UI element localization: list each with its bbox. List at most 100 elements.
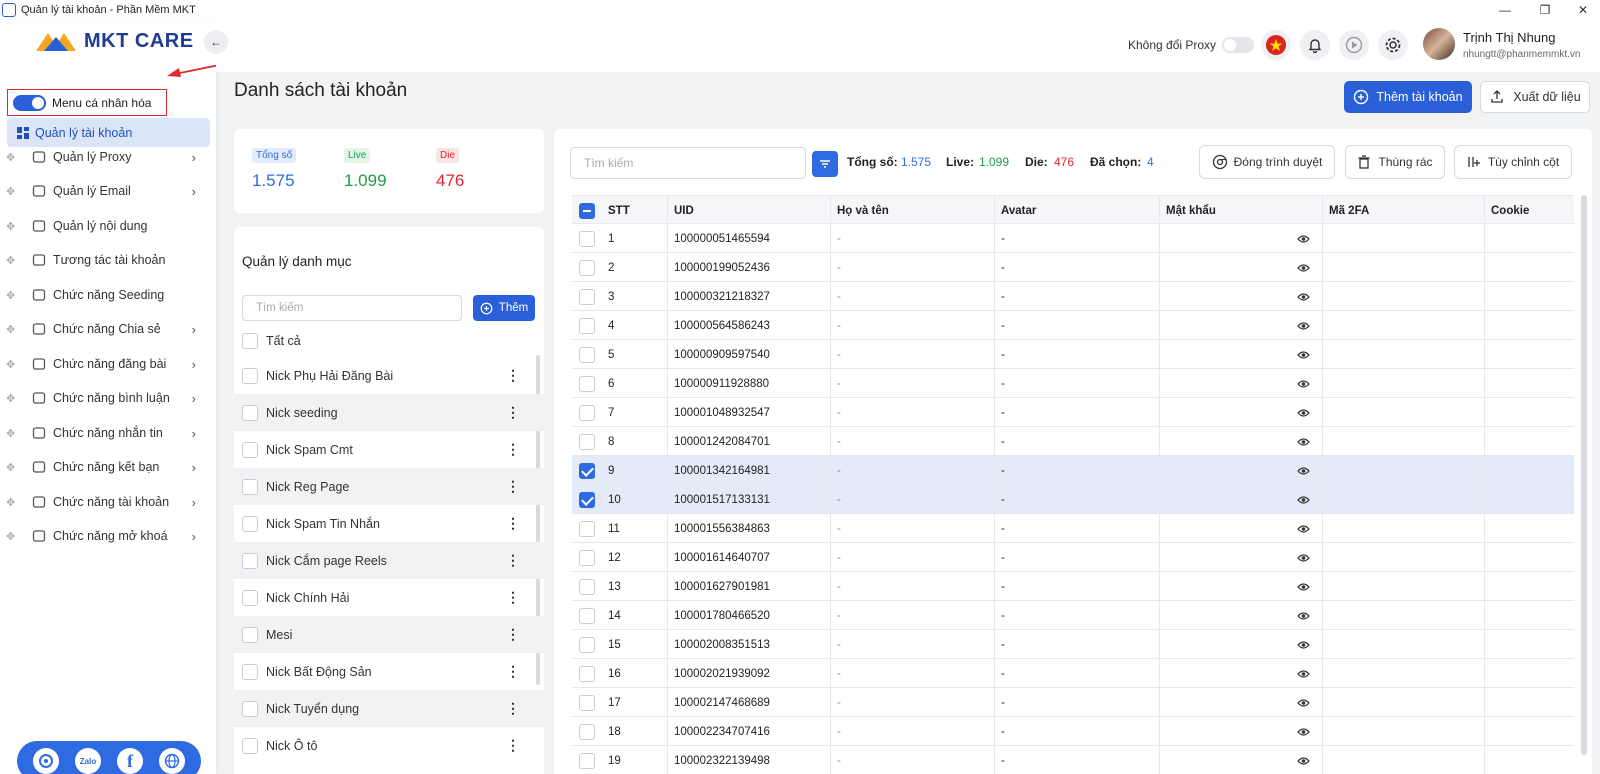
- globe-icon[interactable]: [159, 748, 185, 774]
- row-checkbox[interactable]: [579, 317, 595, 334]
- table-row[interactable]: 8 100001242084701- -: [572, 427, 1574, 456]
- category-all-checkbox[interactable]: [242, 333, 258, 349]
- drag-handle-icon[interactable]: ✥: [6, 185, 18, 198]
- row-checkbox[interactable]: [579, 375, 595, 392]
- table-row[interactable]: 4 100000564586243- -: [572, 311, 1574, 340]
- category-checkbox[interactable]: [242, 367, 258, 384]
- proxy-toggle[interactable]: [1222, 37, 1254, 53]
- minimize-icon[interactable]: —: [1490, 0, 1520, 20]
- bell-icon[interactable]: [1300, 30, 1330, 60]
- table-row[interactable]: 6 100000911928880- -: [572, 369, 1574, 398]
- eye-icon[interactable]: [1297, 669, 1310, 679]
- filter-button[interactable]: [812, 151, 838, 177]
- sidebar-item[interactable]: ✥ Quản lý nội dung: [0, 214, 210, 238]
- table-row[interactable]: 16 100002021939092- -: [572, 659, 1574, 688]
- more-options-icon[interactable]: ⋮: [506, 404, 520, 421]
- table-row[interactable]: 2 100000199052436- -: [572, 253, 1574, 282]
- category-item[interactable]: Nick Cắm page Reels ⋮: [234, 542, 544, 579]
- column-header[interactable]: Mật khẩu: [1159, 196, 1322, 225]
- customize-columns-button[interactable]: Tùy chỉnh cột: [1454, 145, 1572, 179]
- category-item[interactable]: Nick seeding ⋮: [234, 394, 544, 431]
- add-account-button[interactable]: Thêm tài khoản: [1344, 81, 1472, 113]
- row-checkbox[interactable]: [579, 636, 595, 653]
- sidebar-item[interactable]: ✥ Chức năng Chia sẻ ›: [0, 317, 210, 341]
- eye-icon[interactable]: [1297, 611, 1310, 621]
- category-item[interactable]: Nick Spam Tin Nhắn ⋮: [234, 505, 544, 542]
- zalo-icon[interactable]: Zalo: [75, 748, 101, 774]
- category-checkbox[interactable]: [242, 589, 258, 606]
- user-avatar[interactable]: [1423, 28, 1455, 60]
- more-options-icon[interactable]: ⋮: [506, 737, 520, 754]
- eye-icon[interactable]: [1297, 321, 1310, 331]
- category-item[interactable]: Nick Tuyển dụng ⋮: [234, 690, 544, 727]
- row-checkbox[interactable]: [579, 491, 595, 508]
- table-row[interactable]: 18 100002234707416- -: [572, 717, 1574, 746]
- restore-icon[interactable]: ❐: [1530, 0, 1560, 20]
- table-row[interactable]: 10 100001517133131- -: [572, 485, 1574, 514]
- sidebar-item[interactable]: ✥ Tương tác tài khoản: [0, 248, 210, 272]
- sidebar-item[interactable]: ✥ Quản lý Email ›: [0, 179, 210, 203]
- table-row[interactable]: 5 100000909597540- -: [572, 340, 1574, 369]
- row-checkbox[interactable]: [579, 259, 595, 276]
- table-row[interactable]: 19 100002322139498- -: [572, 746, 1574, 774]
- more-options-icon[interactable]: ⋮: [506, 515, 520, 532]
- row-checkbox[interactable]: [579, 549, 595, 566]
- sidebar-item[interactable]: ✥ Chức năng đăng bài ›: [0, 352, 210, 376]
- eye-icon[interactable]: [1297, 698, 1310, 708]
- eye-icon[interactable]: [1297, 408, 1310, 418]
- row-checkbox[interactable]: [579, 462, 595, 479]
- drag-handle-icon[interactable]: ✥: [6, 151, 18, 164]
- sidebar-item[interactable]: ✥ Chức năng Seeding: [0, 283, 210, 307]
- more-options-icon[interactable]: ⋮: [506, 626, 520, 643]
- row-checkbox[interactable]: [579, 607, 595, 624]
- table-row[interactable]: 9 100001342164981- -: [572, 456, 1574, 485]
- more-options-icon[interactable]: ⋮: [506, 700, 520, 717]
- category-item[interactable]: Mesi ⋮: [234, 616, 544, 653]
- category-checkbox[interactable]: [242, 515, 258, 532]
- play-icon[interactable]: [1339, 30, 1369, 60]
- more-options-icon[interactable]: ⋮: [506, 367, 520, 384]
- collapse-sidebar-button[interactable]: ←: [204, 30, 228, 54]
- column-header[interactable]: Mã 2FA: [1322, 196, 1484, 225]
- drag-handle-icon[interactable]: ✥: [6, 392, 18, 405]
- sidebar-item[interactable]: ✥ Chức năng nhắn tin ›: [0, 421, 210, 445]
- eye-icon[interactable]: [1297, 553, 1310, 563]
- export-data-button[interactable]: Xuất dữ liệu: [1480, 81, 1590, 113]
- table-row[interactable]: 14 100001780466520- -: [572, 601, 1574, 630]
- more-options-icon[interactable]: ⋮: [506, 478, 520, 495]
- eye-icon[interactable]: [1297, 756, 1310, 766]
- eye-icon[interactable]: [1297, 437, 1310, 447]
- drag-handle-icon[interactable]: ✥: [6, 496, 18, 509]
- select-all-checkbox[interactable]: [579, 202, 595, 219]
- eye-icon[interactable]: [1297, 234, 1310, 244]
- table-row[interactable]: 15 100002008351513- -: [572, 630, 1574, 659]
- eye-icon[interactable]: [1297, 263, 1310, 273]
- drag-handle-icon[interactable]: ✥: [6, 254, 18, 267]
- drag-handle-icon[interactable]: ✥: [6, 220, 18, 233]
- eye-icon[interactable]: [1297, 524, 1310, 534]
- row-checkbox[interactable]: [579, 665, 595, 682]
- more-options-icon[interactable]: ⋮: [506, 663, 520, 680]
- category-item[interactable]: Nick Phụ Hải Đăng Bài ⋮: [234, 357, 544, 394]
- sidebar-item-accounts[interactable]: Quản lý tài khoản: [7, 118, 210, 147]
- category-checkbox[interactable]: [242, 441, 258, 458]
- column-header[interactable]: STT: [602, 196, 667, 225]
- column-header[interactable]: Họ và tên: [830, 196, 994, 225]
- sidebar-item[interactable]: ✥ Chức năng kết bạn ›: [0, 455, 210, 479]
- more-options-icon[interactable]: ⋮: [506, 441, 520, 458]
- category-checkbox[interactable]: [242, 404, 258, 421]
- eye-icon[interactable]: [1297, 466, 1310, 476]
- sidebar-item[interactable]: ✥ Quản lý Proxy ›: [0, 145, 210, 169]
- category-item[interactable]: Nick Spam Cmt ⋮: [234, 431, 544, 468]
- table-scrollbar[interactable]: [1581, 195, 1587, 755]
- more-options-icon[interactable]: ⋮: [506, 589, 520, 606]
- sidebar-item[interactable]: ✥ Chức năng mở khoá ›: [0, 524, 210, 548]
- row-checkbox[interactable]: [579, 578, 595, 595]
- drag-handle-icon[interactable]: ✥: [6, 289, 18, 302]
- row-checkbox[interactable]: [579, 520, 595, 537]
- table-row[interactable]: 7 100001048932547- -: [572, 398, 1574, 427]
- table-search-input[interactable]: Tìm kiếm: [570, 147, 806, 179]
- drag-handle-icon[interactable]: ✥: [6, 358, 18, 371]
- category-checkbox[interactable]: [242, 626, 258, 643]
- eye-icon[interactable]: [1297, 379, 1310, 389]
